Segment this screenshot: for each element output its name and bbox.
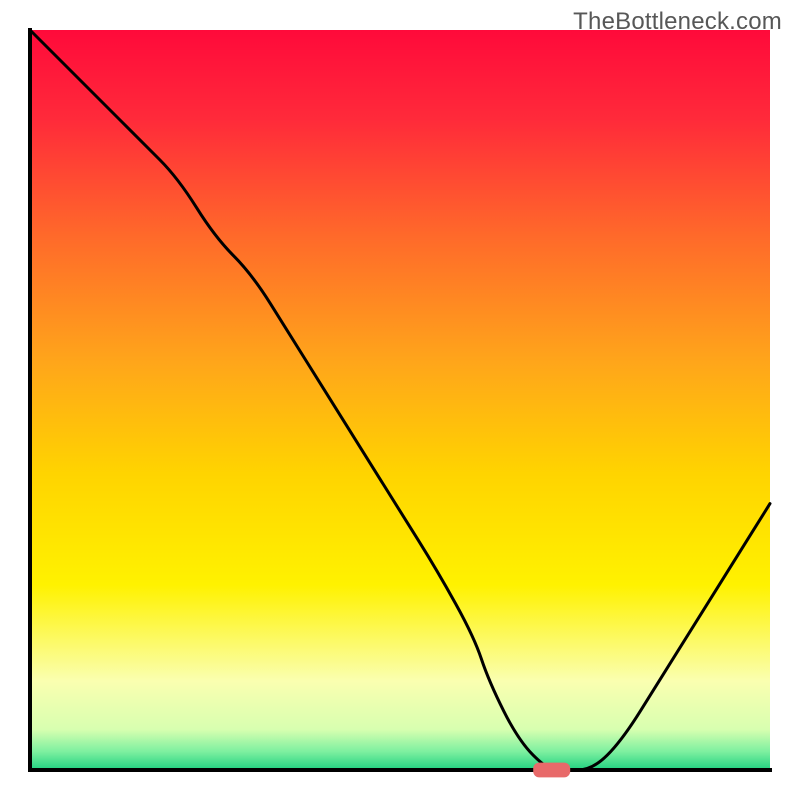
bottleneck-chart: [0, 0, 800, 800]
watermark-text: TheBottleneck.com: [573, 8, 782, 36]
optimal-marker: [533, 763, 570, 778]
chart-container: TheBottleneck.com: [0, 0, 800, 800]
